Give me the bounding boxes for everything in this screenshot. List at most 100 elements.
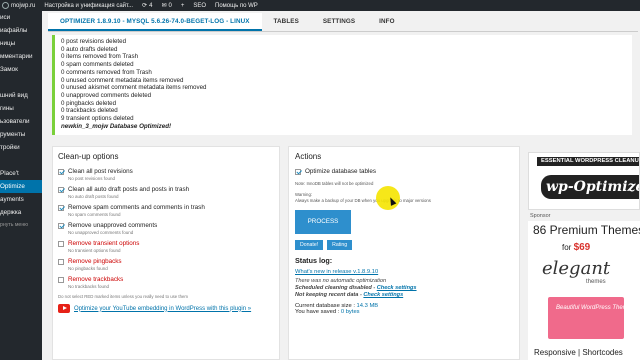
cleanup-option[interactable]: Remove transient options No transient opt… xyxy=(58,240,274,253)
saved-line: You have saved : 0 bytes xyxy=(295,309,513,315)
tab-optimizer[interactable]: OPTIMIZER 1.8.9.10 - MYSQL 5.6.26-74.0-B… xyxy=(48,13,262,31)
check-settings-link-2[interactable]: Check settings xyxy=(363,292,403,298)
et-ad-footer: Responsive | Shortcodes xyxy=(534,348,623,357)
saved-label: You have saved : xyxy=(295,309,341,315)
status-recent-data: Not keeping recent data - Check settings xyxy=(295,292,513,299)
sidebar-item-9[interactable]: рументы xyxy=(0,128,42,141)
cleanup-option[interactable]: Remove spam comments and comments in tra… xyxy=(58,204,274,217)
process-button[interactable]: PROCESS xyxy=(295,210,351,234)
log-line: 0 unused comment metadata items removed xyxy=(61,76,184,84)
wp-optimize-banner[interactable]: ESSENTIAL WORDPRESS CLEANUP wp-Optimize xyxy=(528,152,640,210)
optimize-tables-checkbox[interactable] xyxy=(295,168,301,175)
cleanup-options-title: Clean-up options xyxy=(58,152,119,161)
actions-panel: Actions Optimize database tables Note: I… xyxy=(288,146,520,360)
tab-info[interactable]: INFO xyxy=(367,13,406,31)
sidebar-item-4[interactable]: Замок xyxy=(0,63,42,76)
elegant-themes-logo-sub: themes xyxy=(586,279,606,285)
sidebar-item-16[interactable]: рнуть меню xyxy=(0,219,42,232)
status-recent-text: Not keeping recent data - xyxy=(295,292,364,298)
donate-button[interactable]: Donate! xyxy=(295,240,324,250)
youtube-promo: Optimize your YouTube embedding in WordP… xyxy=(58,304,274,313)
admin-bar-customize[interactable]: Настройка и унификация сайт... xyxy=(44,3,133,9)
log-line: 0 auto drafts deleted xyxy=(61,45,118,53)
cleanup-option-status: No auto draft posts found xyxy=(68,194,119,199)
sidebar-item-7[interactable]: гины xyxy=(0,102,42,115)
tab-tables[interactable]: TABLES xyxy=(262,13,311,31)
et-price-prefix: for xyxy=(562,243,574,252)
optimize-tables-option[interactable]: Optimize database tables xyxy=(295,168,513,175)
cleanup-option-label: Clean all post revisions xyxy=(68,168,133,175)
sidebar-item-3[interactable]: мментарии xyxy=(0,50,42,63)
admin-bar-comments[interactable]: ✉ 0 xyxy=(161,2,172,10)
whats-new-link[interactable]: What's new in release v.1.8.9.10 xyxy=(295,269,378,275)
admin-bar-new[interactable]: + xyxy=(181,3,185,9)
sidebar-item-8[interactable]: ьзователи xyxy=(0,115,42,128)
sponsor-label: Sponsor xyxy=(530,213,551,219)
sidebar-item-12[interactable]: Place't xyxy=(0,167,42,180)
rating-button[interactable]: Rating xyxy=(327,240,353,250)
cleanup-option-status: No trackbacks found xyxy=(68,284,110,289)
cleanup-option[interactable]: Remove unapproved comments No unapproved … xyxy=(58,222,274,235)
tab-settings[interactable]: SETTINGS xyxy=(311,13,367,31)
red-items-note: Do not select RED marked items unless yo… xyxy=(58,294,188,299)
actions-title: Actions xyxy=(295,152,322,161)
cleanup-option-checkbox[interactable] xyxy=(58,258,64,265)
admin-bar-seo[interactable]: SEO xyxy=(193,3,206,9)
saved-value: 0 bytes xyxy=(340,309,360,315)
sidebar-item-14[interactable]: ayments xyxy=(0,193,42,206)
donate-rating-buttons: Donate! Rating xyxy=(295,240,513,250)
cleanup-option-label: Remove spam comments and comments in tra… xyxy=(68,204,205,211)
et-ad-mockup-text: Beautiful WordPress Themes xyxy=(556,305,635,311)
log-line: 0 items removed from Trash xyxy=(61,53,139,61)
updates-count: 4 xyxy=(149,2,153,9)
status-scheduled-text: Scheduled cleaning disabled - xyxy=(295,285,377,291)
updates-icon: ⟳ xyxy=(142,3,148,9)
tab-bar: OPTIMIZER 1.8.9.10 - MYSQL 5.6.26-74.0-B… xyxy=(48,12,638,32)
cleanup-options-list: Clean all post revisions No post revision… xyxy=(58,168,274,289)
cleanup-options-panel: Clean-up options Clean all post revision… xyxy=(52,146,280,360)
cleanup-option-checkbox[interactable] xyxy=(58,168,64,175)
cleanup-option-checkbox[interactable] xyxy=(58,276,64,283)
cleanup-option-checkbox[interactable] xyxy=(58,222,64,229)
sidebar-item-5[interactable] xyxy=(0,76,42,89)
sidebar-item-2[interactable]: ницы xyxy=(0,37,42,50)
elegant-themes-ad[interactable]: 86 Premium Themes for $69 elegant themes… xyxy=(528,221,640,360)
sidebar-item-11[interactable] xyxy=(0,154,42,167)
cleanup-option-label: Remove unapproved comments xyxy=(68,222,158,229)
log-line: 0 unapproved comments deleted xyxy=(61,91,152,99)
cleanup-option-checkbox[interactable] xyxy=(58,186,64,193)
cleanup-option-checkbox[interactable] xyxy=(58,204,64,211)
status-log-title: Status log: xyxy=(295,256,333,265)
cleanup-option[interactable]: Remove trackbacks No trackbacks found xyxy=(58,276,274,289)
admin-bar: mojwp.ru Настройка и унификация сайт... … xyxy=(0,0,640,11)
sidebar-item-13[interactable]: Optimize xyxy=(0,180,42,193)
cleanup-option-checkbox[interactable] xyxy=(58,240,64,247)
ads-column: ESSENTIAL WORDPRESS CLEANUP wp-Optimize … xyxy=(528,146,640,360)
sidebar-item-10[interactable]: тройки xyxy=(0,141,42,154)
comments-count: 0 xyxy=(168,2,172,9)
site-name[interactable]: mojwp.ru xyxy=(11,3,35,9)
sidebar-item-6[interactable]: шний вид xyxy=(0,89,42,102)
et-price-value: $69 xyxy=(573,242,591,253)
home-icon xyxy=(2,2,9,9)
sidebar-item-1[interactable]: иафайлы xyxy=(0,24,42,37)
cleanup-option[interactable]: Clean all auto draft posts and posts in … xyxy=(58,186,274,199)
optimize-tables-label: Optimize database tables xyxy=(305,168,377,175)
admin-bar-site[interactable]: mojwp.ru xyxy=(2,2,35,9)
youtube-plugin-link[interactable]: Optimize your YouTube embedding in WordP… xyxy=(74,306,251,312)
status-no-auto-optimization: There was no automatic optimization xyxy=(295,278,387,284)
cleanup-option-label: Remove trackbacks xyxy=(68,276,124,283)
cleanup-option[interactable]: Clean all post revisions No post revision… xyxy=(58,168,274,181)
sidebar-item-0[interactable]: иси xyxy=(0,11,42,24)
optimization-log-notice: 0 post revisions deleted 0 auto drafts de… xyxy=(52,35,632,135)
admin-bar-updates[interactable]: ⟳ 4 xyxy=(142,2,153,10)
admin-bar-help[interactable]: Помощь по WP xyxy=(215,3,258,9)
wp-optimize-logo: wp-Optimize xyxy=(541,175,639,199)
et-ad-price: for $69 xyxy=(562,242,590,253)
check-settings-link-1[interactable]: Check settings xyxy=(377,285,417,291)
cleanup-option[interactable]: Remove pingbacks No pingbacks found xyxy=(58,258,274,271)
cleanup-option-status: No transient options found xyxy=(68,248,121,253)
log-line: 9 transient options deleted xyxy=(61,115,134,123)
sidebar-item-15[interactable]: держка xyxy=(0,206,42,219)
log-line: 0 pingbacks deleted xyxy=(61,99,117,107)
